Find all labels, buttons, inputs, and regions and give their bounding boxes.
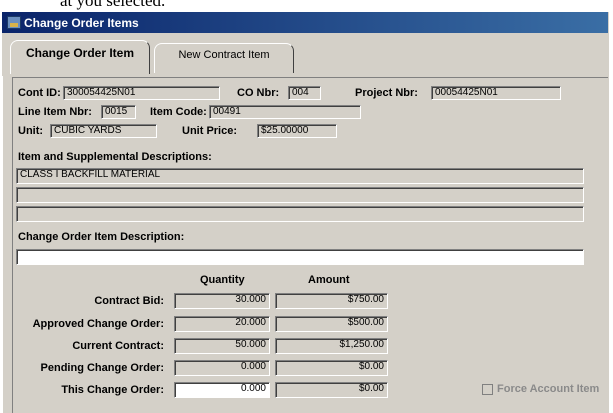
co-nbr-label: CO Nbr: — [237, 87, 280, 99]
project-nbr-label: Project Nbr: — [355, 87, 418, 99]
contract-bid-quantity[interactable]: 30.000 — [174, 293, 270, 309]
tab-new-contract-item[interactable]: New Contract Item — [154, 43, 294, 73]
description-line-3[interactable] — [16, 206, 584, 222]
unit-field[interactable]: CUBIC YARDS — [50, 124, 157, 138]
project-nbr-field[interactable]: 00054425N01 — [431, 86, 561, 100]
current-contract-label: Current Contract: — [72, 340, 164, 352]
current-contract-quantity[interactable]: 50.000 — [174, 338, 270, 354]
description-line-1[interactable]: CLASS I BACKFILL MATERIAL — [16, 168, 584, 184]
amount-column-header: Amount — [308, 274, 350, 286]
co-nbr-field[interactable]: 004 — [288, 86, 321, 100]
line-item-nbr-field[interactable]: 0015 — [101, 105, 136, 119]
contract-bid-amount[interactable]: $750.00 — [275, 293, 388, 309]
this-change-order-label: This Change Order: — [61, 384, 164, 396]
unit-price-field[interactable]: $25.00000 — [257, 124, 337, 138]
contract-bid-label: Contract Bid: — [94, 295, 164, 307]
descriptions-label: Item and Supplemental Descriptions: — [18, 151, 212, 163]
line-item-nbr-label: Line Item Nbr: — [18, 106, 92, 118]
cont-id-field[interactable]: 300054425N01 — [63, 86, 220, 100]
co-description-label: Change Order Item Description: — [18, 231, 185, 243]
approved-change-order-amount[interactable]: $500.00 — [275, 316, 388, 332]
description-line-2[interactable] — [16, 187, 584, 203]
window-title: Change Order Items — [24, 16, 139, 30]
approved-change-order-quantity[interactable]: 20.000 — [174, 316, 270, 332]
app-icon — [7, 16, 21, 29]
tab-change-order-item[interactable]: Change Order Item — [10, 40, 150, 74]
force-account-label: Force Account Item — [497, 383, 600, 395]
this-change-order-amount[interactable]: $0.00 — [275, 382, 388, 398]
pending-change-order-quantity[interactable]: 0.000 — [174, 360, 270, 376]
pending-change-order-label: Pending Change Order: — [40, 362, 164, 374]
quantity-column-header: Quantity — [200, 274, 245, 286]
pending-change-order-amount[interactable]: $0.00 — [275, 360, 388, 376]
cont-id-label: Cont ID: — [18, 87, 61, 99]
this-change-order-quantity-input[interactable]: 0.000 — [174, 382, 270, 398]
co-description-field[interactable] — [16, 249, 584, 265]
force-account-checkbox[interactable] — [482, 384, 493, 395]
current-contract-amount[interactable]: $1,250.00 — [275, 338, 388, 354]
item-code-label: Item Code: — [150, 106, 207, 118]
unit-price-label: Unit Price: — [182, 125, 238, 137]
tab-strip: Change Order Item New Contract Item — [2, 33, 608, 76]
approved-change-order-label: Approved Change Order: — [32, 318, 164, 330]
title-bar[interactable]: Change Order Items — [2, 12, 608, 33]
unit-label: Unit: — [18, 125, 44, 137]
item-code-field[interactable]: 00491 — [209, 105, 361, 119]
